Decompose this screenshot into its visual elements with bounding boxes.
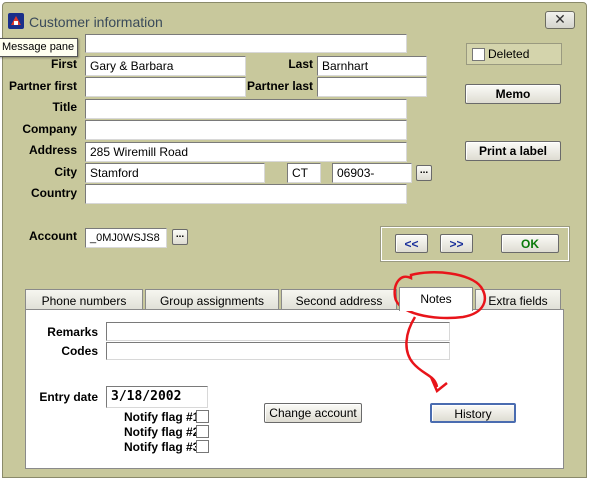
message-pane-tooltip: Message pane (0, 38, 79, 57)
tab-notes[interactable]: Notes (399, 287, 473, 311)
annotation-arrow (405, 316, 439, 388)
red-annotation-overlay (393, 271, 486, 394)
customer-information-window: Customer information ✕ Deleted First Gar… (2, 2, 587, 478)
